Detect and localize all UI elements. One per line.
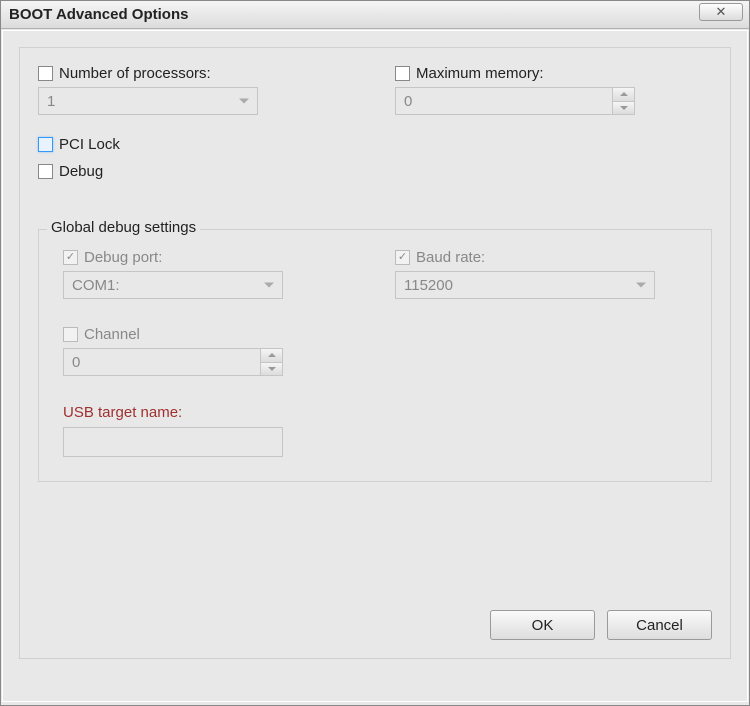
max-memory-label: Maximum memory: <box>416 66 544 81</box>
arrow-down-icon <box>620 106 628 110</box>
max-memory-spin-down[interactable] <box>613 102 634 115</box>
chevron-down-icon <box>239 99 249 104</box>
pci-lock-checkbox[interactable] <box>38 137 53 152</box>
channel-value: 0 <box>72 354 80 371</box>
num-processors-select[interactable]: 1 <box>38 87 258 115</box>
debug-port-checkbox <box>63 250 78 265</box>
debug-port-select: COM1: <box>63 271 283 299</box>
num-processors-value: 1 <box>47 93 55 110</box>
baud-rate-label: Baud rate: <box>416 250 485 265</box>
channel-label: Channel <box>84 327 140 342</box>
max-memory-checkbox[interactable] <box>395 66 410 81</box>
chevron-down-icon <box>264 283 274 288</box>
max-memory-input[interactable]: 0 <box>395 87 613 115</box>
arrow-up-icon <box>268 353 276 357</box>
baud-rate-checkbox <box>395 250 410 265</box>
content-area: Number of processors: 1 Maximum memory: … <box>2 30 748 702</box>
max-memory-spin-up[interactable] <box>613 88 634 102</box>
close-icon: ✕ <box>716 4 727 20</box>
channel-spin-up <box>261 349 282 363</box>
channel-input: 0 <box>63 348 261 376</box>
debug-port-label: Debug port: <box>84 250 162 265</box>
chevron-down-icon <box>636 283 646 288</box>
dialog-buttons: OK Cancel <box>490 610 712 640</box>
window-title: BOOT Advanced Options <box>9 6 188 23</box>
arrow-down-icon <box>268 367 276 371</box>
channel-spin-down <box>261 363 282 376</box>
baud-rate-select: 115200 <box>395 271 655 299</box>
max-memory-value: 0 <box>404 93 412 110</box>
global-debug-fieldset: Global debug settings Debug port: COM1: <box>38 229 712 482</box>
global-debug-legend: Global debug settings <box>47 219 200 236</box>
channel-checkbox <box>63 327 78 342</box>
baud-rate-value: 115200 <box>404 277 453 294</box>
ok-button[interactable]: OK <box>490 610 595 640</box>
cancel-button[interactable]: Cancel <box>607 610 712 640</box>
ok-button-label: OK <box>532 617 554 634</box>
close-button[interactable]: ✕ <box>699 3 743 21</box>
usb-target-input <box>63 427 283 457</box>
arrow-up-icon <box>620 92 628 96</box>
titlebar: BOOT Advanced Options ✕ <box>1 1 749 29</box>
usb-target-label: USB target name: <box>63 404 687 421</box>
pci-lock-label: PCI Lock <box>59 137 120 152</box>
debug-label: Debug <box>59 164 103 179</box>
main-panel: Number of processors: 1 Maximum memory: … <box>19 47 731 659</box>
num-processors-checkbox[interactable] <box>38 66 53 81</box>
debug-port-value: COM1: <box>72 277 120 294</box>
debug-checkbox[interactable] <box>38 164 53 179</box>
num-processors-label: Number of processors: <box>59 66 211 81</box>
cancel-button-label: Cancel <box>636 617 683 634</box>
